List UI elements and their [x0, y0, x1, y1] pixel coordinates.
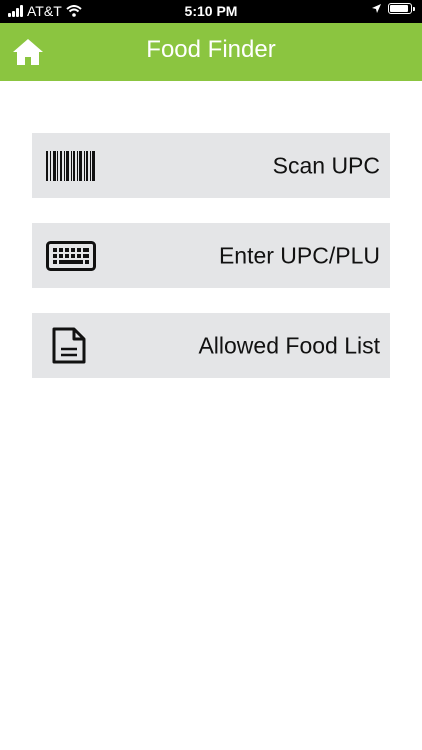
allowed-food-list-button[interactable]: Allowed Food List — [32, 313, 390, 378]
battery-icon — [388, 3, 415, 14]
main-menu: Scan UPC Enter UPC/PLU Allowed Food List — [32, 133, 390, 403]
enter-upc-plu-label: Enter UPC/PLU — [218, 242, 380, 268]
keyboard-icon — [46, 240, 96, 271]
allowed-food-list-label: Allowed Food List — [198, 332, 380, 358]
scan-upc-label: Scan UPC — [272, 152, 380, 178]
document-icon — [52, 327, 86, 363]
status-time: 5:10 PM — [184, 3, 238, 19]
location-arrow-icon — [372, 4, 381, 13]
barcode-icon — [46, 150, 95, 181]
status-bar: AT&T 5:10 PM — [0, 0, 422, 23]
enter-upc-plu-button[interactable]: Enter UPC/PLU — [32, 223, 390, 288]
scan-upc-button[interactable]: Scan UPC — [32, 133, 390, 198]
page-title: Food Finder — [146, 36, 276, 63]
app-header: Food Finder — [0, 23, 422, 81]
status-right — [371, 3, 415, 14]
